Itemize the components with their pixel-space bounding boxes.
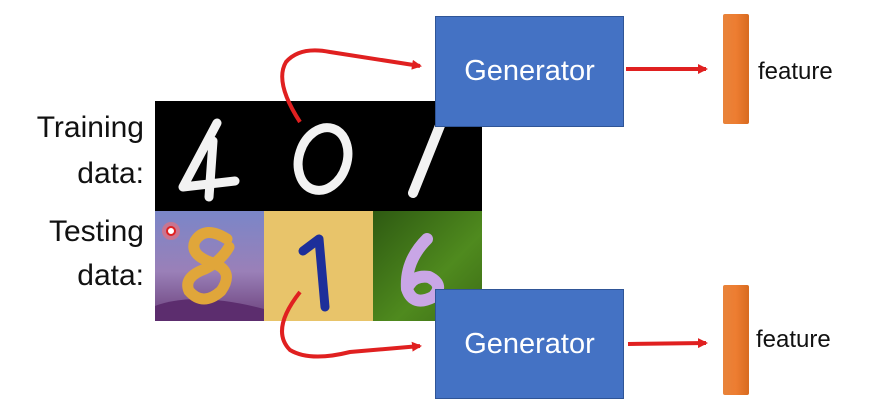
feature-bottom-label: feature: [756, 326, 831, 353]
generator-bottom-box: Generator: [435, 289, 624, 399]
digit-four-image: [178, 118, 240, 202]
feature-top-label: feature: [758, 58, 833, 85]
training-label-line2: data:: [77, 157, 144, 190]
feature-top-bar: [723, 14, 749, 124]
cursor-dot-icon: [166, 226, 176, 236]
feature-bottom-bar: [723, 285, 749, 395]
generator-top-box: Generator: [435, 16, 624, 127]
training-data-image: [155, 101, 482, 211]
digit-zero-image: [293, 123, 353, 195]
testing-label-line1: Testing: [48, 215, 144, 248]
testing-label-line2: data:: [77, 259, 144, 292]
testing-data-image: [155, 211, 482, 321]
digit-one-image: [408, 118, 446, 198]
arrow-generator-bottom-to-feature: [627, 338, 708, 349]
training-label-line1: Training: [36, 111, 144, 144]
